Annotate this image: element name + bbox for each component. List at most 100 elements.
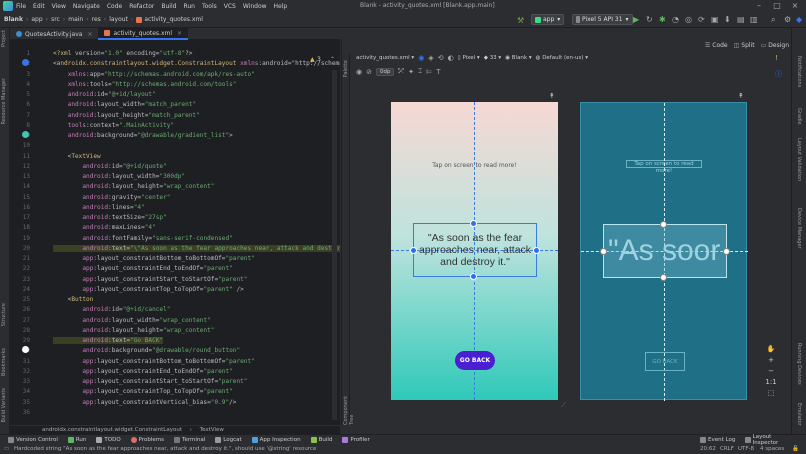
quote-textview-selected[interactable]: "As soon as the fear approaches near, at… [413,223,537,277]
run-config-dropdown[interactable]: app ▾ [531,14,565,25]
apply-changes-icon[interactable]: ↻ [646,15,653,24]
event-log-tool[interactable]: Event Log [700,437,735,443]
zoom-out-icon[interactable]: − [768,367,774,375]
breadcrumb-project[interactable]: Blank [4,16,23,23]
code-line[interactable]: android:id="@+id/layout" [53,91,156,98]
file-dropdown[interactable]: activity_quotes.xml ▾ [356,55,414,61]
breadcrumb-main[interactable]: main [68,16,83,23]
code-line[interactable]: android:lines="4" [53,204,144,211]
notifications-tab[interactable]: Notifications [796,56,802,87]
close-tab-icon[interactable]: × [87,31,92,38]
minimize-icon[interactable]: – [754,1,764,11]
code-line[interactable]: app:layout_constraintTop_toTopOf="parent… [53,388,232,395]
breadcrumb-app[interactable]: app [31,16,42,23]
code-line[interactable]: <Button [53,296,94,303]
breadcrumb-res[interactable]: res [92,16,101,23]
sync-icon[interactable]: ⟳ [698,15,705,24]
code-line[interactable]: android:gravity="center" [53,194,170,201]
top-constraint-handle[interactable] [470,220,477,227]
info-icon[interactable]: ⓘ [775,69,782,79]
blueprint-start-handle[interactable] [600,248,607,255]
device-preview-dropdown[interactable]: ▯ Pixel ▾ [458,55,480,61]
line-ending[interactable]: CRLF [720,445,734,454]
editor-scrollbar[interactable] [332,70,337,420]
code-line[interactable]: app:layout_constraintVertical_bias="0.9"… [53,399,236,406]
menu-tools[interactable]: Tools [202,3,217,10]
code-line[interactable]: android:background="@drawable/round_butt… [53,347,240,354]
code-line[interactable]: app:layout_constraintEnd_toEndOf="parent… [53,368,232,375]
infer-constraints-icon[interactable]: ✦ [408,68,414,76]
menu-build[interactable]: Build [161,3,176,10]
zoom-in-icon[interactable]: + [768,356,774,364]
device-manager-icon[interactable]: ▤ [737,15,745,24]
code-line[interactable]: <?xml version="1.0" encoding="utf-8"?> [53,50,192,57]
code-line[interactable]: android:layout_height="match_parent" [53,112,200,119]
version-control-tool[interactable]: Version Control [8,437,58,443]
code-line[interactable]: app:layout_constraintEnd_toEndOf="parent… [53,265,232,272]
breadcrumb-src[interactable]: src [51,16,60,23]
close-window-icon[interactable]: × [790,1,800,11]
align-icon[interactable]: ⊨ [426,68,432,76]
terminal-tool[interactable]: Terminal [174,437,205,443]
api-level-dropdown[interactable]: ◆ 33 ▾ [484,55,502,61]
theme-dropdown[interactable]: ◉ Blank ▾ [505,55,531,61]
menu-view[interactable]: View [52,3,66,10]
device-dropdown[interactable]: Pixel 5 API 31 ▾ [572,14,633,25]
split-mode-button[interactable]: ◫ Split [734,42,755,49]
breadcrumb-file[interactable]: activity_quotes.xml [144,16,203,23]
night-mode-icon[interactable]: ◐ [448,54,454,62]
start-constraint-handle[interactable] [410,247,417,254]
gradient-color-gutter-icon[interactable] [22,131,29,138]
file-encoding[interactable]: UTF-8 [738,445,754,454]
blueprint-end-handle[interactable] [723,248,730,255]
clear-constraints-icon[interactable]: ⤱ [398,67,404,76]
structure-tool-tab[interactable]: Structure [1,303,7,326]
emulator-tab[interactable]: Emulator [796,403,802,426]
settings-gear-icon[interactable]: ⚙ [784,15,791,24]
design-preview-screen[interactable]: Tap on screen to read more! "As soon as … [391,102,558,400]
code-line[interactable]: android:maxLines="4" [53,224,155,231]
breadcrumb-layout[interactable]: layout [109,16,128,23]
code-line[interactable]: app:layout_constraintStart_toStartOf="pa… [53,276,247,283]
code-line[interactable]: app:layout_constraintStart_toStartOf="pa… [53,378,247,385]
guidelines-icon[interactable]: ⌶ [418,67,422,76]
app-inspection-tool[interactable]: App Inspection [251,437,301,443]
code-line[interactable]: android:layout_width="match_parent" [53,101,196,108]
menu-edit[interactable]: Edit [33,3,45,10]
code-line[interactable]: xmlns:tools="http://schemas.android.com/… [53,81,237,88]
code-line[interactable]: android:text="Go BACK" [53,337,164,344]
component-tree-tab[interactable]: Component Tree [343,384,355,425]
sdk-manager-icon[interactable]: ⬇ [724,15,731,24]
orientation-icon[interactable]: ⟲ [438,54,444,62]
build-variants-tool-tab[interactable]: Build Variants [1,388,7,422]
code-line[interactable]: android:layout_width="wrap_content" [53,317,210,324]
close-tab-icon[interactable]: × [177,30,182,37]
attach-debugger-icon[interactable]: ◎ [685,15,692,24]
design-mode-button[interactable]: ▭ Design [761,42,789,49]
resize-handle-icon[interactable]: ⟋ [561,401,566,410]
problems-tool[interactable]: Problems [130,437,164,443]
code-line[interactable]: android:textSize="27sp" [53,214,166,221]
run-tool[interactable]: Run [67,437,86,443]
indent-setting[interactable]: 4 spaces [760,445,784,454]
layout-warning-icon[interactable]: ! [775,54,778,62]
breadcrumb-textview[interactable]: TextView [200,427,224,433]
code-line[interactable]: android:id="@+id/quote" [53,163,166,170]
menu-refactor[interactable]: Refactor [129,3,154,10]
baseline-icon[interactable]: T [436,68,440,76]
build-tool[interactable]: Build [310,437,332,443]
avd-manager-icon[interactable]: ▣ [711,15,719,24]
maximize-icon[interactable]: □ [772,1,782,11]
logcat-tool[interactable]: Logcat [215,437,242,443]
end-constraint-handle[interactable] [533,247,540,254]
pan-hand-icon[interactable]: ✋ [767,345,776,353]
view-options-icon[interactable]: ◉ [356,68,362,76]
resource-manager-tool-tab[interactable]: Resource Manager [1,78,7,124]
design-surface-icon[interactable]: ◉ [418,54,424,62]
profile-icon[interactable]: ◔ [672,15,679,24]
debug-icon[interactable]: ✱ [659,15,666,24]
blueprint-icon[interactable]: ◈ [428,54,433,62]
code-line[interactable]: app:layout_constraintBottom_toBottomOf="… [53,255,254,262]
todo-tool[interactable]: TODO [96,437,121,443]
code-line[interactable]: <TextView [53,153,101,160]
